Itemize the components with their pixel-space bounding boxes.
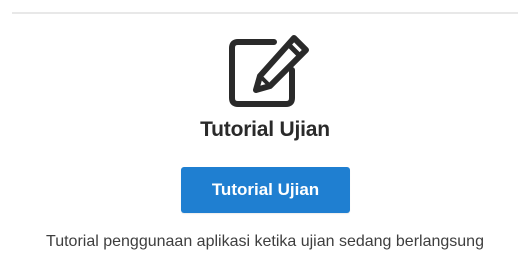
- tutorial-card: Tutorial Ujian Tutorial Ujian Tutorial p…: [0, 0, 530, 260]
- tutorial-button[interactable]: Tutorial Ujian: [181, 167, 350, 213]
- tutorial-page: Tutorial Ujian Tutorial Ujian Tutorial p…: [0, 0, 530, 260]
- edit-icon: [224, 32, 312, 108]
- card-description: Tutorial penggunaan aplikasi ketika ujia…: [46, 233, 484, 250]
- card-title: Tutorial Ujian: [200, 118, 330, 141]
